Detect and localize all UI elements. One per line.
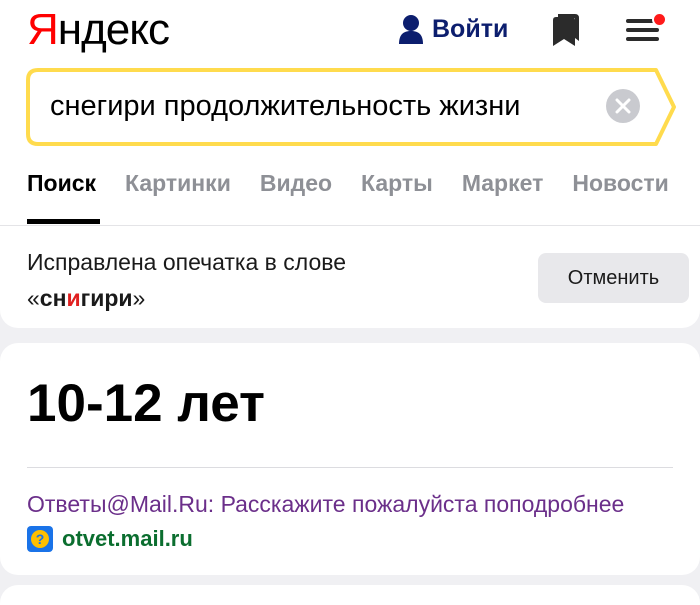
login-button[interactable]: Войти (398, 12, 508, 46)
tab-market[interactable]: Маркет (462, 166, 544, 206)
mail-answers-favicon-icon: ? (27, 526, 53, 552)
correction-message: Исправлена опечатка в слове «снигири» (27, 249, 347, 311)
tab-news[interactable]: Новости (572, 166, 668, 206)
notification-dot (652, 12, 667, 27)
tab-video[interactable]: Видео (260, 166, 332, 206)
active-tab-indicator (27, 219, 100, 224)
header: Яндекс Войти снегири продолжительность ж… (0, 0, 700, 225)
user-icon (399, 15, 423, 44)
search-input[interactable]: снегири продолжительность жизни (50, 86, 610, 126)
typo-correction-card: Исправлена опечатка в слове «снигири» От… (0, 226, 700, 328)
answer-value: 10-12 лет (27, 374, 265, 433)
close-icon (615, 98, 631, 114)
yandex-logo[interactable]: Яндекс (27, 4, 170, 56)
bookmark-icon[interactable] (553, 14, 579, 46)
clear-search-button[interactable] (606, 89, 640, 123)
search-box[interactable]: снегири продолжительность жизни (26, 68, 678, 146)
cancel-correction-button[interactable]: Отменить (538, 253, 689, 303)
source-link[interactable]: Ответы@Mail.Ru: Расскажите пожалуйста по… (27, 488, 675, 520)
login-label: Войти (432, 14, 509, 43)
tab-search[interactable]: Поиск (27, 166, 96, 206)
tab-maps[interactable]: Карты (361, 166, 433, 206)
next-result-card (0, 585, 700, 605)
hamburger-menu-icon[interactable] (626, 12, 667, 43)
answer-card: 10-12 лет Ответы@Mail.Ru: Расскажите пож… (0, 343, 700, 575)
source-domain[interactable]: otvet.mail.ru (62, 523, 193, 555)
search-tabs: Поиск Картинки Видео Карты Маркет Новост… (27, 166, 698, 206)
tab-images[interactable]: Картинки (125, 166, 231, 206)
divider (27, 467, 673, 468)
